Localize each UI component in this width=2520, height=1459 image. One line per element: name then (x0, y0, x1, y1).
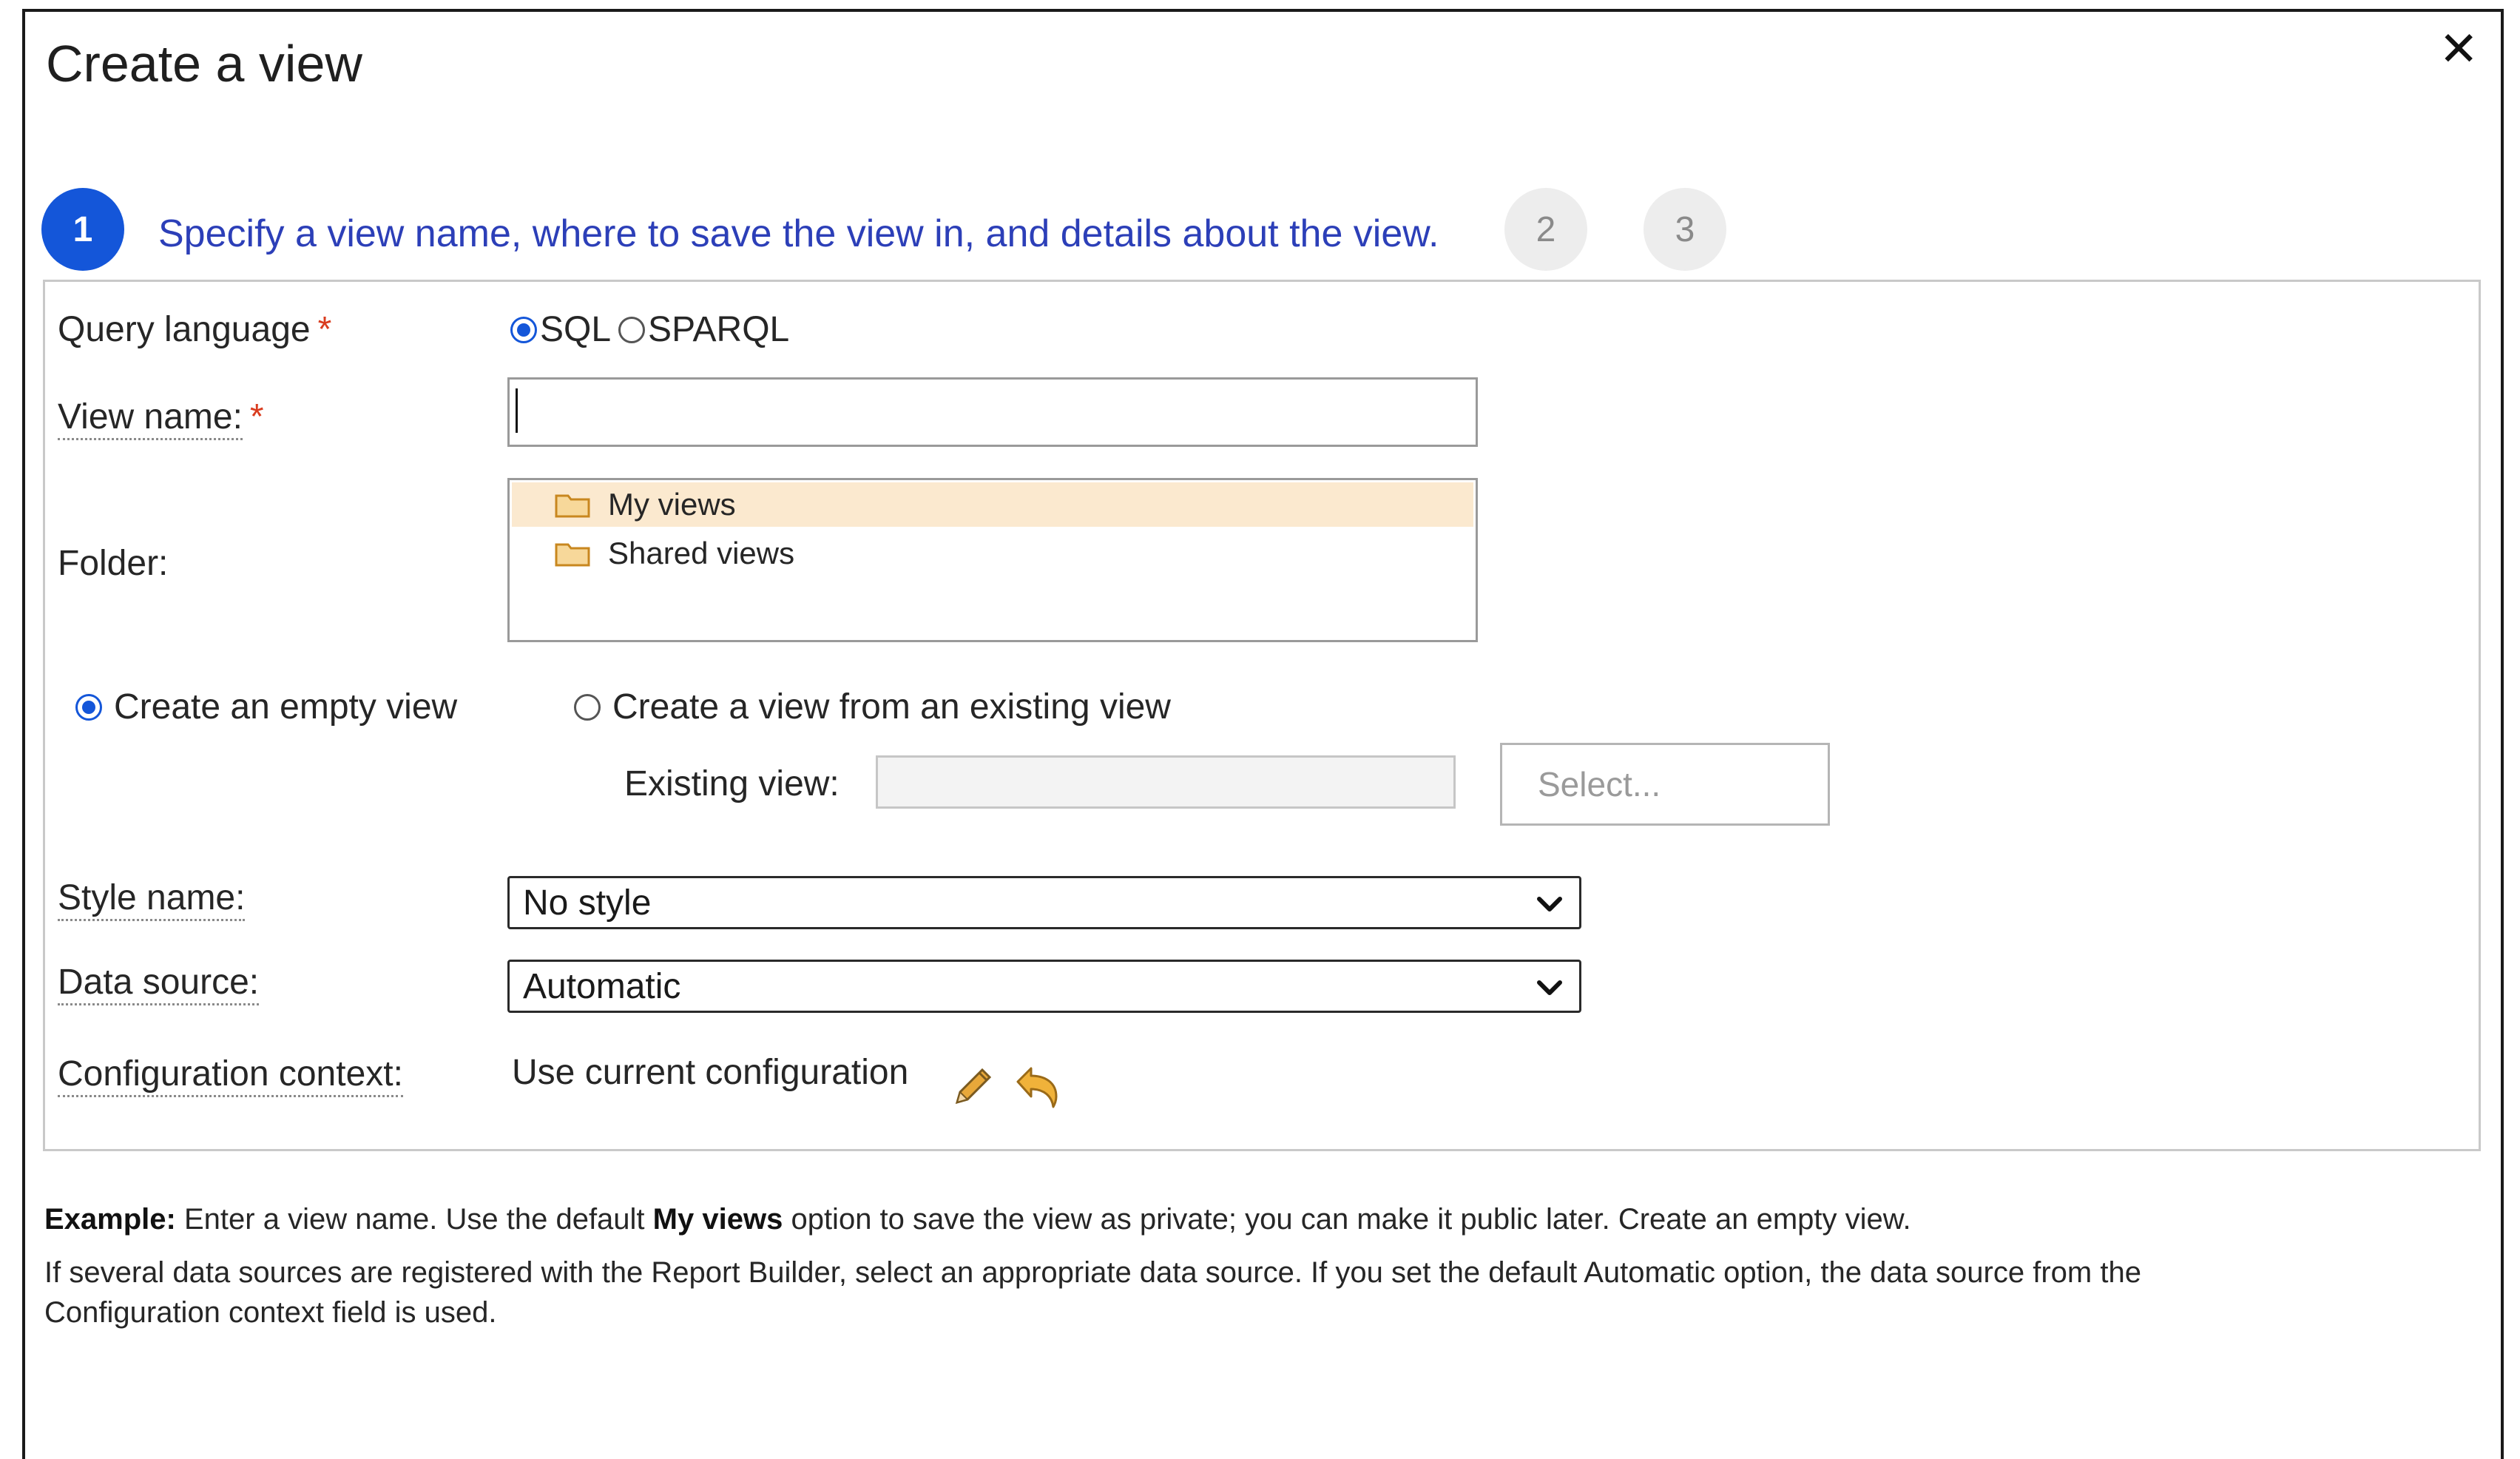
query-language-label-text: Query language (58, 310, 311, 349)
step-1-indicator: 1 (41, 188, 124, 271)
view-name-input[interactable] (507, 377, 1478, 447)
existing-view-label[interactable]: Create a view from an existing view (612, 687, 1171, 727)
select-existing-view-button[interactable]: Select... (1500, 743, 1830, 826)
configuration-context-label-text: Configuration context: (58, 1054, 403, 1097)
help-example-text-1: Enter a view name. Use the default (183, 1203, 645, 1236)
pencil-icon[interactable] (948, 1062, 997, 1111)
data-source-value: Automatic (523, 966, 681, 1006)
existing-view-field-label: Existing view: (624, 764, 840, 803)
step-3-indicator[interactable]: 3 (1644, 188, 1726, 271)
query-language-label: Query language * (58, 309, 331, 350)
style-name-value: No style (523, 883, 652, 923)
help-example: Example: Enter a view name. Use the defa… (44, 1199, 1911, 1240)
help-example-text-2: option to save the view as private; you … (791, 1203, 1911, 1236)
chevron-down-icon (1537, 897, 1562, 912)
style-name-select[interactable]: No style (507, 876, 1581, 929)
dialog-title: Create a view (46, 35, 362, 92)
help-data-source-line-1: If several data sources are registered w… (44, 1256, 2141, 1289)
sparql-radio-label[interactable]: SPARQL (648, 309, 789, 350)
folder-item-label: My views (608, 487, 736, 522)
data-source-label-text: Data source: (58, 963, 260, 1005)
required-marker: * (317, 310, 332, 349)
configuration-context-value: Use current configuration (512, 1053, 909, 1092)
create-view-dialog: Create a view ✕ 1 Specify a view name, w… (22, 9, 2504, 1459)
existing-view-radio[interactable] (574, 693, 601, 721)
required-marker: * (249, 397, 264, 437)
undo-icon[interactable] (1015, 1065, 1061, 1108)
query-language-group: SQL SPARQL (510, 309, 789, 350)
close-icon[interactable]: ✕ (2439, 25, 2479, 73)
folder-icon (555, 543, 590, 567)
step-2-indicator[interactable]: 2 (1504, 188, 1587, 271)
help-data-source-line-2: Configuration context field is used. (44, 1296, 497, 1329)
view-name-label: View name: * (58, 397, 264, 440)
sql-radio-label[interactable]: SQL (540, 309, 611, 350)
data-source-select[interactable]: Automatic (507, 960, 1581, 1013)
folder-item-my-views[interactable]: My views (512, 482, 1473, 527)
empty-view-option[interactable]: Create an empty view (75, 687, 457, 727)
view-name-label-text: View name: (58, 397, 243, 440)
configuration-context-label: Configuration context: (58, 1054, 403, 1097)
text-caret (516, 388, 518, 433)
data-source-label: Data source: (58, 962, 260, 1005)
help-example-label: Example: (44, 1203, 176, 1236)
sql-radio[interactable] (510, 316, 537, 343)
chevron-down-icon (1537, 980, 1562, 995)
folder-label: Folder: (58, 544, 169, 583)
folder-item-shared-views[interactable]: Shared views (512, 531, 1473, 576)
folder-icon (555, 494, 590, 518)
folder-tree[interactable]: My views Shared views (507, 478, 1478, 642)
folder-item-label: Shared views (608, 536, 795, 570)
style-name-label: Style name: (58, 877, 246, 921)
step-description: Specify a view name, where to save the v… (158, 212, 1439, 255)
help-example-bold: My views (652, 1203, 783, 1236)
style-name-label-text: Style name: (58, 878, 246, 921)
empty-view-label[interactable]: Create an empty view (114, 687, 457, 727)
empty-view-radio[interactable] (75, 693, 102, 721)
existing-view-input[interactable] (876, 755, 1456, 809)
existing-view-option[interactable]: Create a view from an existing view (574, 687, 1171, 727)
sparql-radio[interactable] (618, 316, 646, 343)
